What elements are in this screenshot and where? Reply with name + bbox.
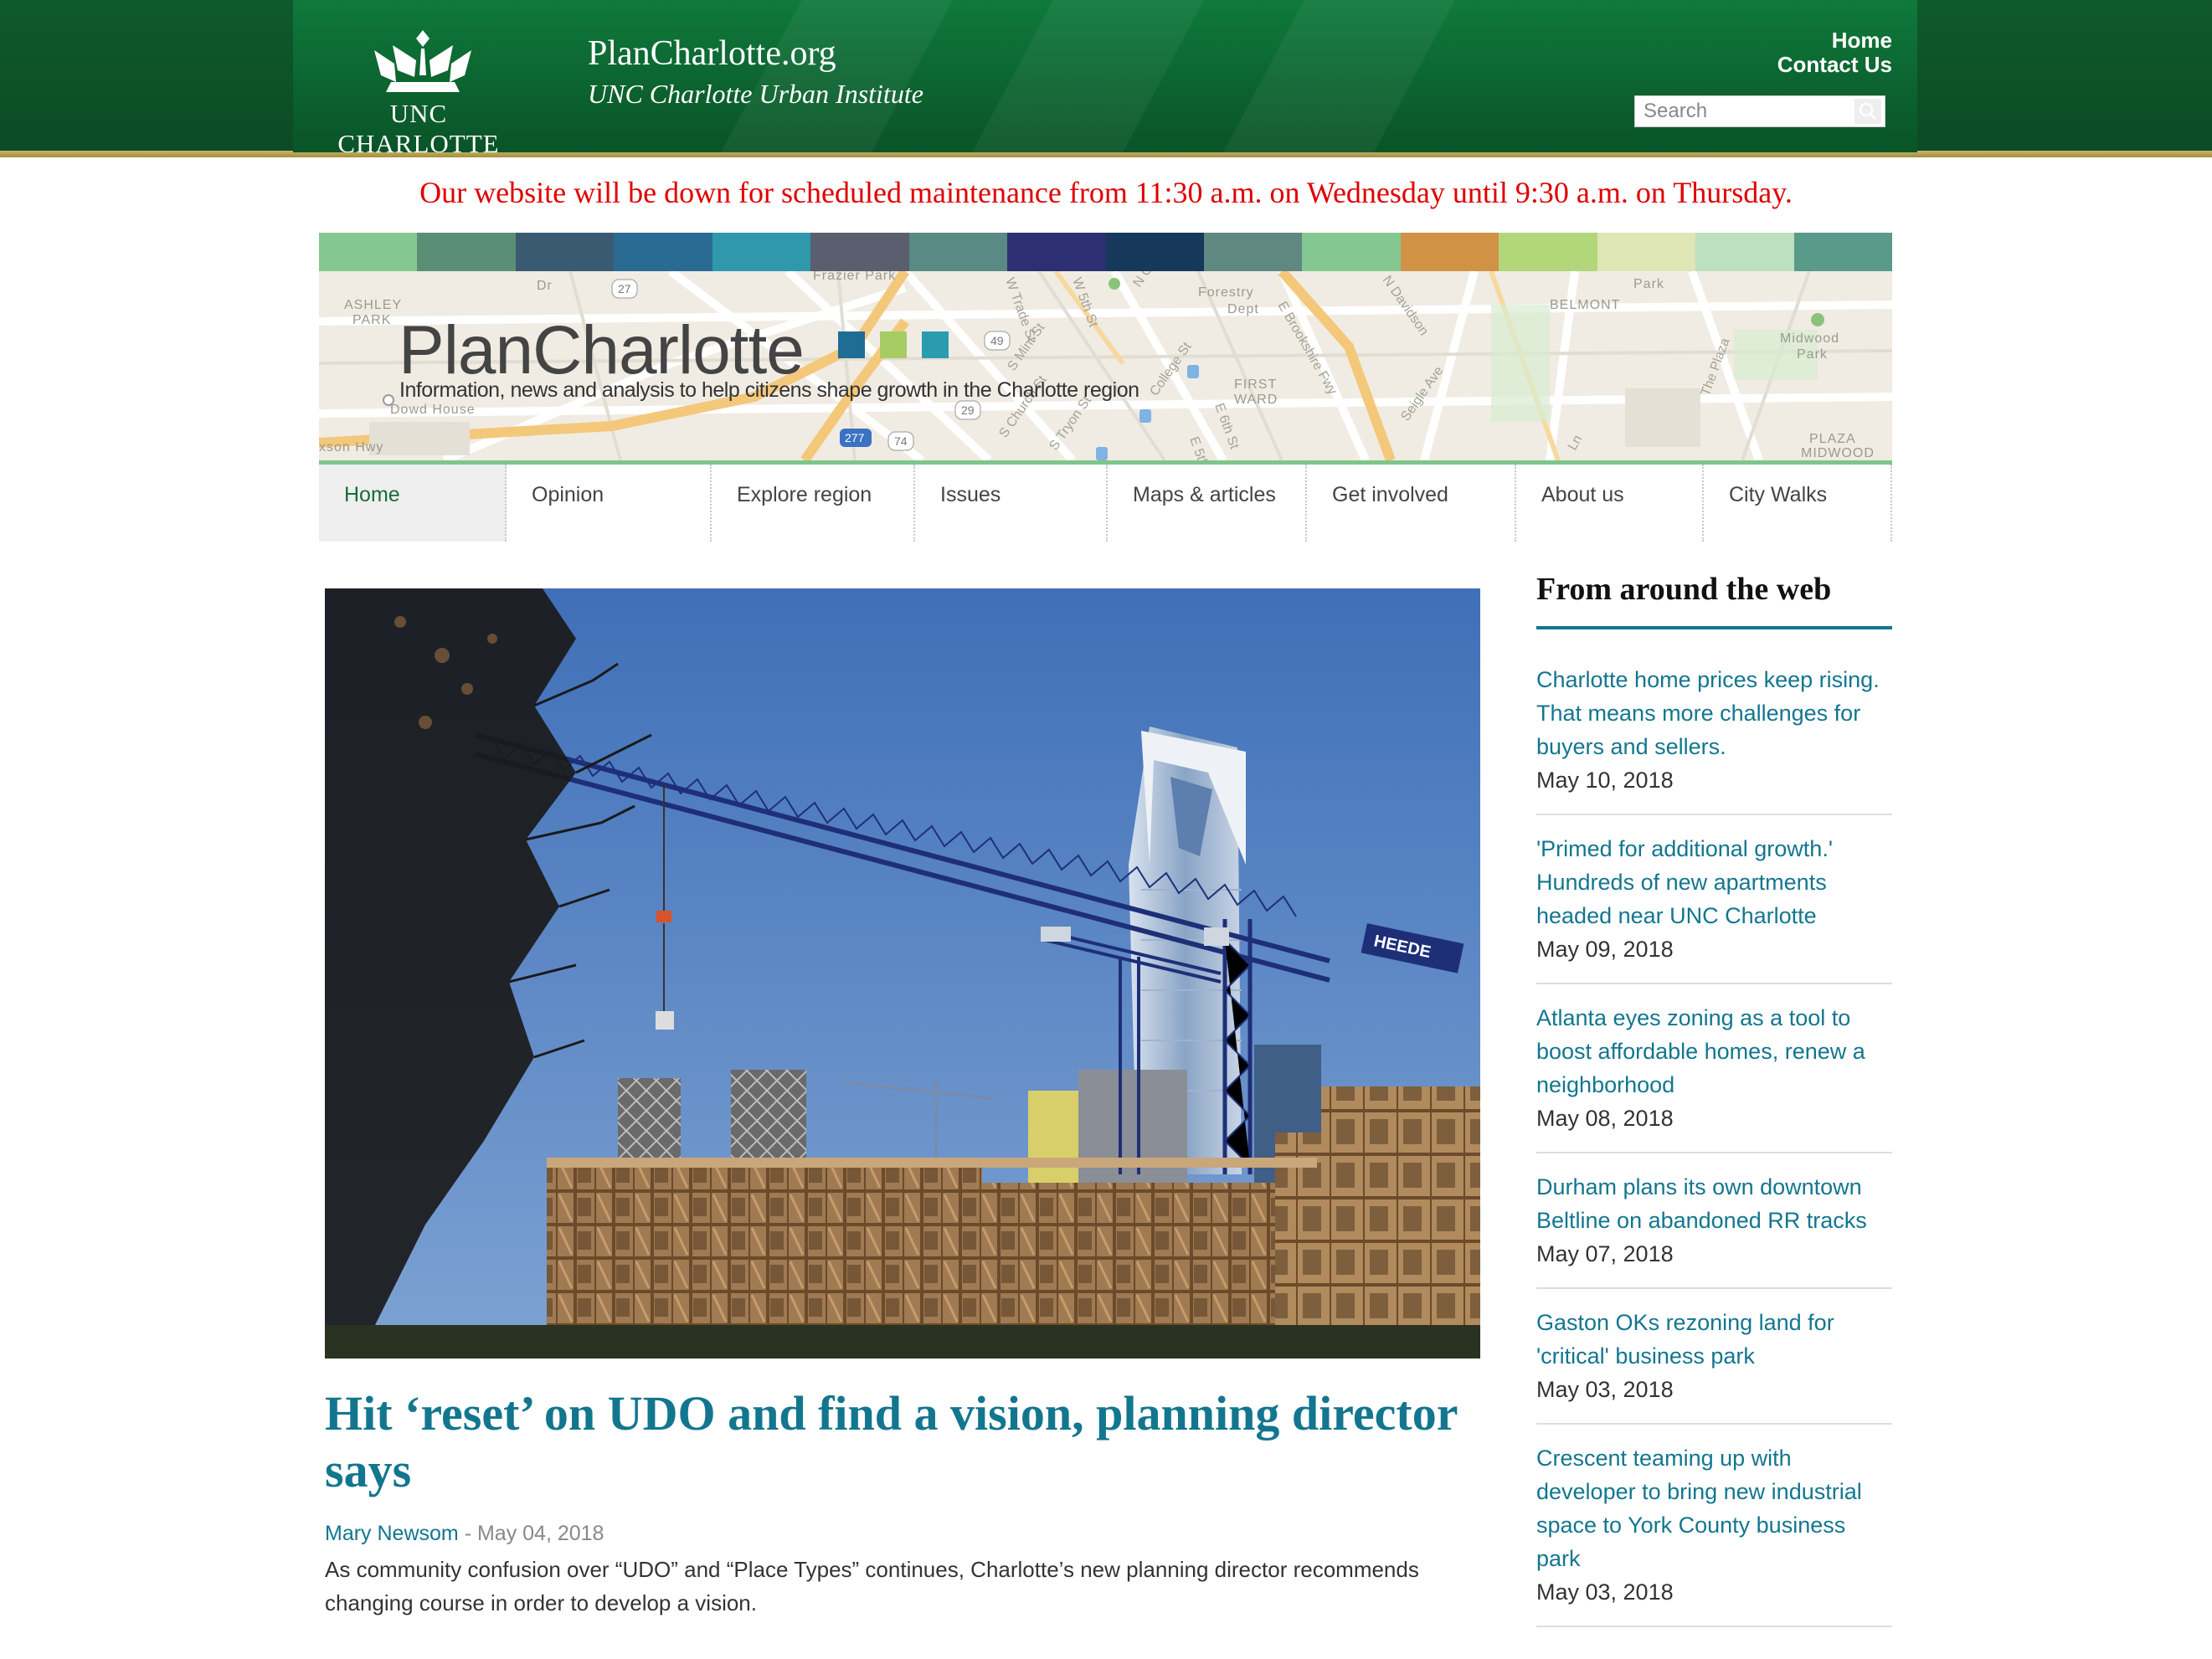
search-icon[interactable] <box>1854 99 1881 124</box>
color-bar-block <box>810 233 909 271</box>
sidebar-title: From around the web <box>1536 571 1892 629</box>
news-item-link[interactable]: Crescent teaming up with developer to br… <box>1536 1441 1892 1575</box>
news-item-date: May 10, 2018 <box>1536 768 1674 793</box>
article-summary: As community confusion over “UDO” and “P… <box>325 1557 1419 1615</box>
meta-separator: - <box>458 1522 477 1545</box>
svg-text:MIDWOOD: MIDWOOD <box>1801 446 1875 460</box>
svg-text:Frazier Park: Frazier Park <box>813 271 896 283</box>
news-item: Crescent teaming up with developer to br… <box>1536 1425 1892 1627</box>
color-bar-block <box>1597 233 1696 271</box>
brand-square <box>838 331 865 358</box>
color-bar-block <box>1695 233 1794 271</box>
article-headline-link[interactable]: Hit ‘reset’ on UDO and find a vision, pl… <box>325 1385 1480 1499</box>
news-item-link[interactable]: Durham plans its own downtown Beltline o… <box>1536 1170 1892 1237</box>
color-bar-block <box>515 233 615 271</box>
svg-text:Park: Park <box>1797 347 1828 362</box>
color-bar-block <box>1302 233 1401 271</box>
article-meta: Mary Newsom - May 04, 2018 <box>325 1522 604 1546</box>
color-bar-block <box>712 233 811 271</box>
news-item: 'Primed for additional growth.' Hundreds… <box>1536 815 1892 984</box>
svg-text:49: 49 <box>990 334 1004 347</box>
plancharlotte-banner[interactable]: ASHLEY PARK Frazier Park Forestry Dept B… <box>319 271 1892 460</box>
color-bar-block <box>1400 233 1500 271</box>
color-bar-block <box>417 233 516 271</box>
hero-image[interactable]: HEEDE <box>325 588 1480 1359</box>
news-item: Durham plans its own downtown Beltline o… <box>1536 1153 1892 1289</box>
site-subtitle: UNC Charlotte Urban Institute <box>588 79 923 109</box>
svg-text:Dr: Dr <box>537 279 553 293</box>
svg-text:Dowd House: Dowd House <box>390 403 476 417</box>
news-item-link[interactable]: Gaston OKs rezoning land for 'critical' … <box>1536 1306 1892 1373</box>
svg-text:PARK: PARK <box>352 313 391 327</box>
color-bar <box>319 233 1892 271</box>
svg-text:BELMONT: BELMONT <box>1550 298 1620 312</box>
color-bar-block <box>1105 233 1204 271</box>
main-nav: Home Opinion Explore region Issues Maps … <box>319 465 1892 542</box>
news-item-date: May 07, 2018 <box>1536 1241 1674 1266</box>
news-item: Atlanta eyes zoning as a tool to boost a… <box>1536 984 1892 1153</box>
sidebar: From around the web Charlotte home price… <box>1536 571 1892 1627</box>
university-wordmark: UNC CHARLOTTE <box>337 99 500 152</box>
search-input[interactable] <box>1635 96 1854 126</box>
svg-text:Midwood: Midwood <box>1780 331 1839 346</box>
author-link[interactable]: Mary Newsom <box>325 1522 459 1545</box>
svg-text:74: 74 <box>894 434 908 448</box>
nav-item-opinion[interactable]: Opinion <box>507 465 712 542</box>
banner-tagline: Information, news and analysis to help c… <box>399 378 1139 402</box>
color-bar-block <box>614 233 712 271</box>
brand-square <box>922 331 949 358</box>
svg-text:27: 27 <box>618 282 631 295</box>
nav-item-issues[interactable]: Issues <box>915 465 1108 542</box>
news-item-date: May 08, 2018 <box>1536 1106 1674 1131</box>
news-item-date: May 03, 2018 <box>1536 1377 1674 1402</box>
nav-item-about-us[interactable]: About us <box>1516 465 1704 542</box>
svg-text:29: 29 <box>961 403 975 417</box>
color-bar-block <box>908 233 1008 271</box>
crown-icon <box>374 30 471 92</box>
nav-item-city-walks[interactable]: City Walks <box>1704 465 1892 542</box>
svg-text:ASHLEY: ASHLEY <box>344 298 402 312</box>
contact-us-link[interactable]: Contact Us <box>1777 53 1892 77</box>
unc-charlotte-logo[interactable]: UNC CHARLOTTE <box>318 27 519 152</box>
brand-square <box>880 331 907 358</box>
color-bar-block <box>319 233 418 271</box>
nav-item-explore-region[interactable]: Explore region <box>712 465 915 542</box>
nav-item-get-involved[interactable]: Get involved <box>1307 465 1516 542</box>
color-bar-block <box>1007 233 1106 271</box>
svg-text:Dept: Dept <box>1227 302 1259 316</box>
home-link[interactable]: Home <box>1777 28 1892 53</box>
news-item-link[interactable]: Charlotte home prices keep rising. That … <box>1536 663 1892 763</box>
news-item-link[interactable]: 'Primed for additional growth.' Hundreds… <box>1536 832 1892 932</box>
news-item-date: May 03, 2018 <box>1536 1579 1674 1605</box>
maintenance-notice: Our website will be down for scheduled m… <box>419 176 1793 209</box>
svg-text:WARD: WARD <box>1234 393 1278 407</box>
article-date: May 04, 2018 <box>476 1522 604 1545</box>
svg-text:PLAZA: PLAZA <box>1809 432 1856 446</box>
news-item-link[interactable]: Atlanta eyes zoning as a tool to boost a… <box>1536 1001 1892 1102</box>
news-item: Gaston OKs rezoning land for 'critical' … <box>1536 1289 1892 1425</box>
top-links: Home Contact Us <box>1777 28 1892 77</box>
color-bar-block <box>1793 233 1892 271</box>
brand-squares <box>838 331 949 358</box>
svg-text:Forestry: Forestry <box>1198 285 1254 300</box>
color-bar-block <box>1499 233 1597 271</box>
color-bar-block <box>1203 233 1303 271</box>
svg-text:277: 277 <box>845 431 865 444</box>
news-item: Charlotte home prices keep rising. That … <box>1536 646 1892 815</box>
hero-photo: HEEDE <box>325 588 1480 1359</box>
svg-text:Park: Park <box>1633 277 1664 291</box>
search-box <box>1634 95 1885 127</box>
svg-text:FIRST: FIRST <box>1234 378 1277 392</box>
svg-text:xson Hwy: xson Hwy <box>319 440 383 455</box>
news-list: Charlotte home prices keep rising. That … <box>1536 646 1892 1627</box>
site-header: UNC CHARLOTTE PlanCharlotte.org UNC Char… <box>293 0 1917 152</box>
news-item-date: May 09, 2018 <box>1536 937 1674 962</box>
site-title-link[interactable]: PlanCharlotte.org <box>588 33 836 74</box>
nav-item-home[interactable]: Home <box>319 465 507 542</box>
nav-item-maps-articles[interactable]: Maps & articles <box>1108 465 1307 542</box>
